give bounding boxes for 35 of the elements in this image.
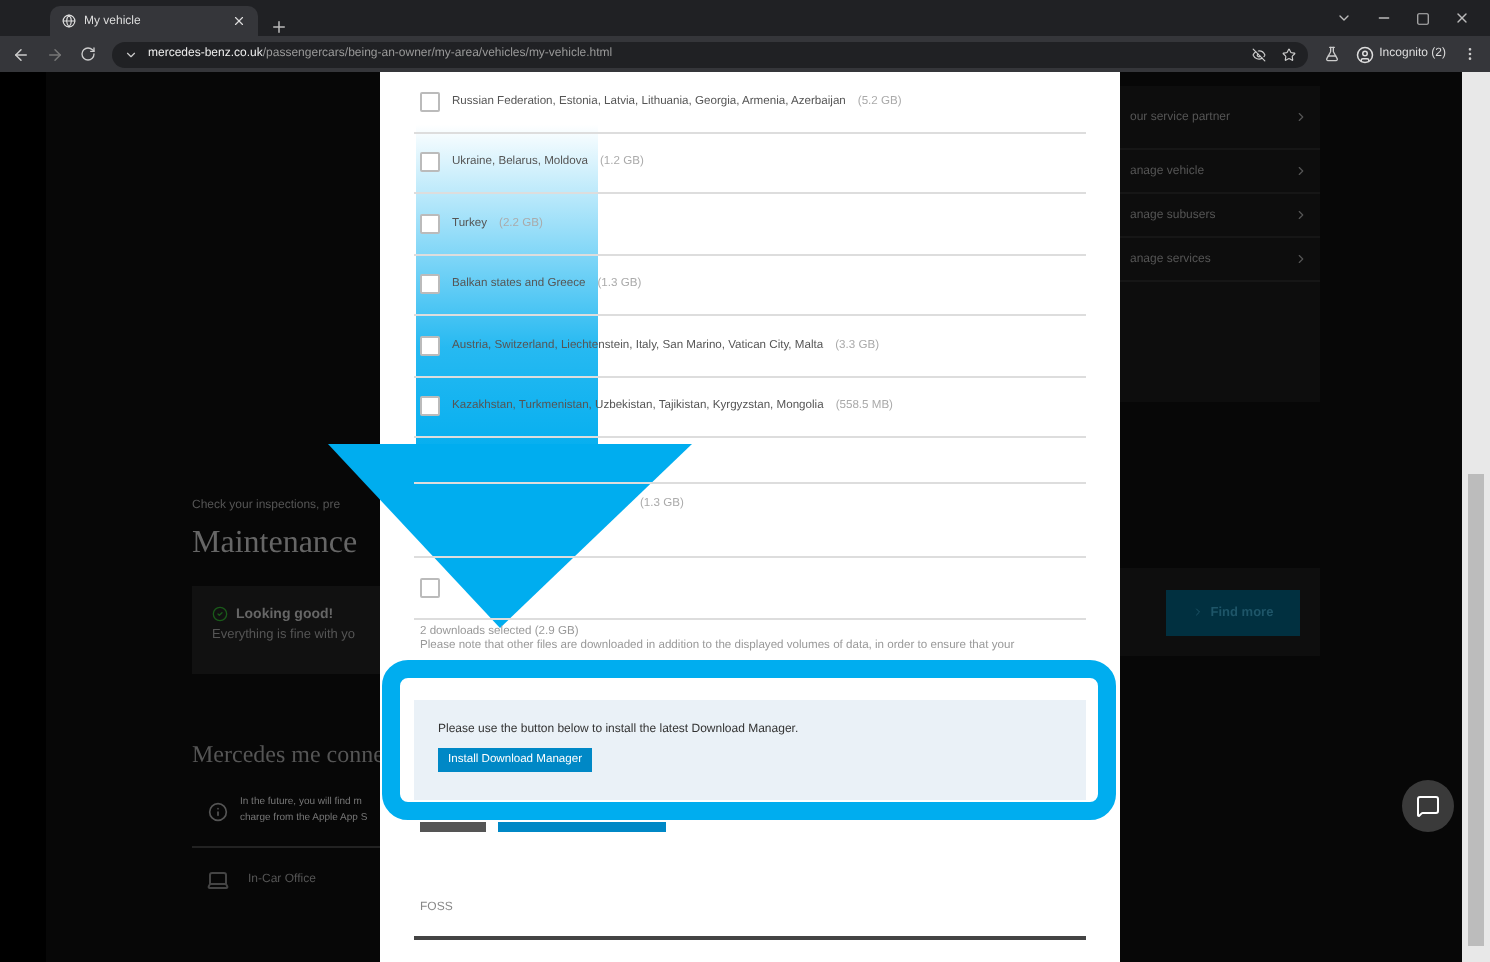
chevron-right-icon [1294, 252, 1308, 266]
chevron-right-icon [1294, 164, 1308, 178]
star-icon[interactable] [1281, 47, 1296, 61]
avatar-icon [1355, 45, 1374, 63]
section-heading: Maintenance [192, 526, 360, 562]
checkbox[interactable] [420, 213, 440, 234]
maximize-icon[interactable] [1416, 11, 1430, 25]
chevron-down-icon [124, 47, 138, 61]
back-icon[interactable] [12, 45, 30, 63]
checkbox[interactable] [420, 91, 440, 112]
chevron-down-icon[interactable] [1336, 10, 1352, 26]
chevron-right-icon [1294, 208, 1308, 222]
new-tab-icon[interactable] [270, 18, 288, 36]
dimmed-button[interactable] [420, 821, 486, 831]
dimmed-button[interactable] [498, 821, 666, 831]
close-icon[interactable] [1454, 10, 1470, 26]
forward-icon[interactable] [46, 45, 64, 63]
info-icon [208, 801, 228, 821]
eye-off-icon[interactable] [1251, 47, 1266, 61]
checkbox[interactable] [420, 577, 440, 598]
globe-icon [62, 14, 76, 28]
checkbox[interactable] [420, 152, 440, 173]
close-icon[interactable] [232, 14, 246, 28]
chevron-right-icon [1294, 110, 1308, 124]
chevron-right-icon [1192, 606, 1205, 618]
checkbox[interactable] [420, 335, 440, 356]
checkbox[interactable] [420, 274, 440, 295]
laptop-icon [206, 868, 230, 892]
scrollbar[interactable] [1462, 72, 1490, 962]
checkbox[interactable] [420, 396, 440, 417]
reload-icon[interactable] [80, 46, 96, 62]
flask-icon[interactable] [1323, 46, 1340, 62]
chat-icon [1416, 794, 1440, 818]
check-circle-icon [212, 606, 228, 622]
section-heading: Mercedes me conne [192, 740, 380, 770]
